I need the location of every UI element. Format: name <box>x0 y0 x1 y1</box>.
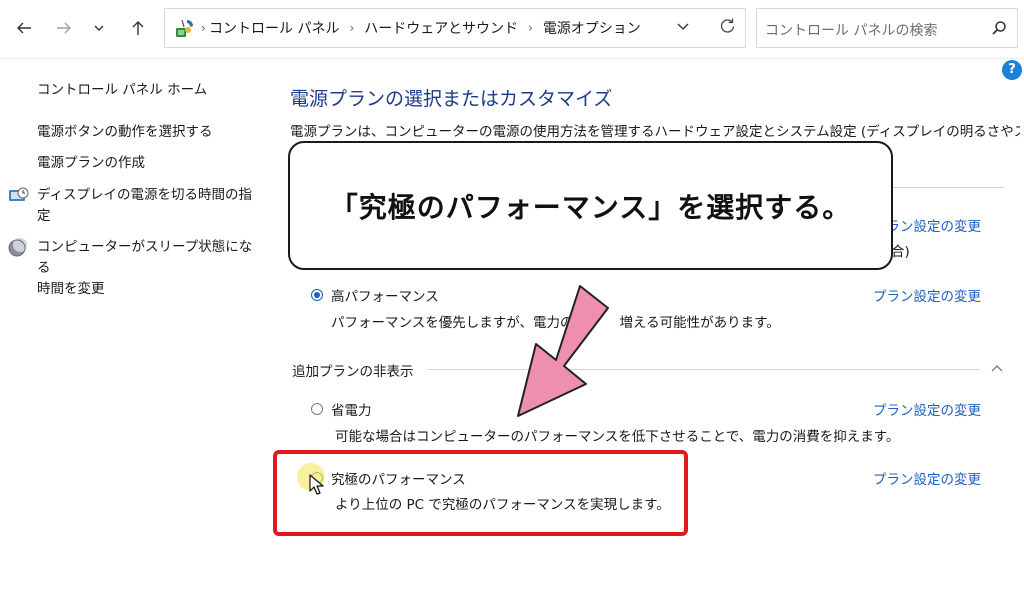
plan-settings-link-ultimate-performance[interactable]: プラン設定の変更 <box>873 468 981 488</box>
pointer-arrow-icon <box>517 285 609 417</box>
sidebar-link-display-off-line1: ディスプレイの電源を切る時間の指 <box>37 187 253 203</box>
plan-settings-link-power-saver[interactable]: プラン設定の変更 <box>873 399 981 419</box>
display-clock-icon <box>9 187 29 201</box>
hidden-plan-paren: 合) <box>891 244 910 260</box>
search-placeholder: コントロール パネルの検索 <box>765 23 938 39</box>
search-icon[interactable] <box>991 20 1007 36</box>
back-button[interactable] <box>10 12 38 44</box>
sidebar-link-display-off[interactable]: ディスプレイの電源を切る時間の指 定 <box>37 185 252 227</box>
control-panel-home-link[interactable]: コントロール パネル ホーム <box>37 78 207 98</box>
page-description: 電源プランは、コンピューターの電源の使用方法を管理するハードウェア設定とシステム… <box>290 124 1020 140</box>
sidebar-link-sleep-time-line2: 時間を変更 <box>37 281 105 297</box>
address-toolbar: › コントロール パネル › ハードウェアとサウンド › 電源オプション コント… <box>0 0 1024 59</box>
refresh-icon[interactable] <box>717 16 737 36</box>
tutorial-callout: 「究極のパフォーマンス」を選択する。 <box>288 141 893 270</box>
breadcrumb-separator: › <box>349 21 355 35</box>
page-title: 電源プランの選択またはカスタマイズ <box>290 88 613 110</box>
sidebar-link-power-button[interactable]: 電源ボタンの動作を選択する <box>37 122 213 143</box>
help-button[interactable]: ? <box>1002 60 1022 80</box>
left-nav-pane: コントロール パネル ホーム 電源ボタンの動作を選択する 電源プランの作成 ディ… <box>0 58 260 589</box>
chevron-up-icon[interactable] <box>990 363 1004 373</box>
arrow-up-icon <box>132 21 144 35</box>
plan-desc-high-performance-part2: 増える可能性があります。 <box>619 315 780 331</box>
highlight-box-ultimate-performance <box>273 450 688 536</box>
plan-settings-link-high-performance[interactable]: プラン設定の変更 <box>873 285 981 305</box>
sleep-moon-icon <box>8 238 27 257</box>
address-bar[interactable]: › コントロール パネル › ハードウェアとサウンド › 電源オプション <box>164 8 746 48</box>
radio-power-saver[interactable] <box>311 403 323 415</box>
breadcrumb-separator: › <box>528 21 533 35</box>
sidebar-link-display-off-line2: 定 <box>37 208 51 224</box>
chevron-down-icon <box>94 25 104 31</box>
plan-name-power-saver: 省電力 <box>331 403 372 419</box>
chevron-down-icon[interactable] <box>675 18 691 34</box>
control-panel-icon <box>176 19 193 37</box>
arrow-right-icon <box>57 22 71 34</box>
sidebar-link-sleep-time-line1: コンピューターがスリープ状態になる <box>37 239 253 276</box>
extra-plans-toggle-label[interactable]: 追加プランの非表示 <box>292 360 414 380</box>
recent-locations-button[interactable] <box>85 12 113 44</box>
up-button[interactable] <box>124 12 152 44</box>
breadcrumb-hardware-sound[interactable]: ハードウェアとサウンド <box>364 18 518 38</box>
plan-name-high-performance: 高パフォーマンス <box>331 289 439 305</box>
sidebar-link-sleep-time[interactable]: コンピューターがスリープ状態になる 時間を変更 <box>37 237 260 300</box>
forward-button[interactable] <box>50 12 78 44</box>
sidebar-link-create-plan[interactable]: 電源プランの作成 <box>37 153 145 174</box>
radio-high-performance[interactable] <box>311 289 323 301</box>
divider <box>880 187 1004 188</box>
tutorial-callout-text: 「究極のパフォーマンス」を選択する。 <box>329 190 852 224</box>
breadcrumb: コントロール パネル › ハードウェアとサウンド › 電源オプション <box>209 9 641 47</box>
breadcrumb-power-options[interactable]: 電源オプション <box>543 18 641 38</box>
arrow-left-icon <box>17 22 31 34</box>
mouse-pointer-icon <box>309 474 324 495</box>
breadcrumb-control-panel[interactable]: コントロール パネル <box>209 18 339 38</box>
search-box[interactable]: コントロール パネルの検索 <box>756 8 1018 48</box>
